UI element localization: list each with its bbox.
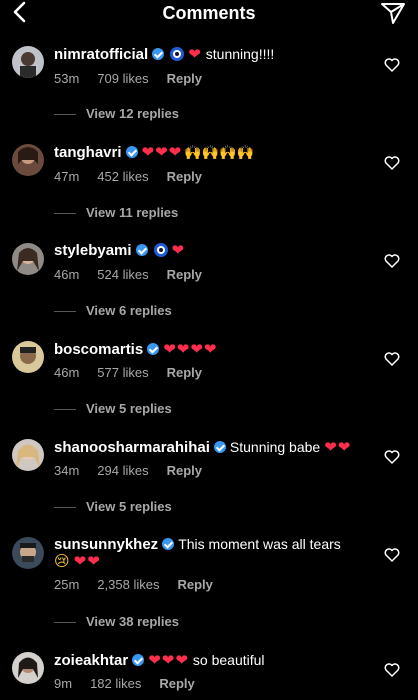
reply-button[interactable]: Reply <box>167 267 202 282</box>
comment-text: Stunning babe <box>229 439 321 455</box>
view-replies-button[interactable]: View 6 replies <box>54 303 172 318</box>
heart-outline-icon[interactable] <box>384 253 400 268</box>
heart-emoji: ❤ <box>171 241 186 259</box>
avatar[interactable] <box>12 144 44 176</box>
heart-emoji: ❤❤ <box>73 552 101 570</box>
heart-emoji: ❤❤❤ <box>141 143 183 161</box>
heart-emoji: ❤ <box>188 45 202 63</box>
avatar[interactable] <box>12 652 44 684</box>
username[interactable]: zoieakhtar <box>54 652 128 669</box>
verified-badge-icon <box>152 48 165 60</box>
likes-count[interactable]: 524 likes <box>97 267 148 282</box>
view-replies-button[interactable]: View 11 replies <box>54 205 178 220</box>
avatar[interactable] <box>12 341 44 373</box>
comment-time: 47m <box>54 169 80 184</box>
comment-time: 46m <box>54 267 80 282</box>
comment-text: This moment was all tears <box>178 536 341 552</box>
nazar-eye-emoji <box>170 47 185 61</box>
comment-text: so beautiful <box>192 652 265 668</box>
heart-outline-icon[interactable] <box>384 449 400 464</box>
view-replies-button[interactable]: View 5 replies <box>54 401 172 416</box>
username[interactable]: shanoosharmarahihai <box>54 439 210 456</box>
likes-count[interactable]: 182 likes <box>90 676 141 691</box>
comment-time: 25m <box>54 577 80 592</box>
verified-badge-icon <box>162 538 175 550</box>
heart-emoji: ❤❤❤ <box>148 651 189 669</box>
username[interactable]: tanghavri <box>54 144 122 161</box>
heart-emoji: ❤❤❤❤ <box>163 340 218 358</box>
reply-button[interactable]: Reply <box>167 71 202 86</box>
likes-count[interactable]: 294 likes <box>97 463 148 478</box>
username[interactable]: boscomartis <box>54 341 143 358</box>
avatar[interactable] <box>12 243 44 275</box>
crying-face-emoji: 😢 <box>54 552 70 570</box>
comment-text: stunning!!!! <box>205 46 275 62</box>
page-title: Comments <box>162 3 256 23</box>
nazar-eye-emoji <box>153 243 168 257</box>
heart-outline-icon[interactable] <box>384 662 400 677</box>
verified-badge-icon <box>125 146 138 158</box>
heart-outline-icon[interactable] <box>384 57 400 72</box>
heart-outline-icon[interactable] <box>384 351 400 366</box>
reply-button[interactable]: Reply <box>167 169 202 184</box>
username[interactable]: nimratofficial <box>54 46 148 63</box>
likes-count[interactable]: 709 likes <box>97 71 148 86</box>
raised-hands-emoji: 🙌🙌🙌🙌 <box>184 145 254 161</box>
username[interactable]: sunsunnykhez <box>54 536 158 553</box>
verified-badge-icon <box>213 441 226 453</box>
view-replies-button[interactable]: View 5 replies <box>54 499 172 514</box>
reply-button[interactable]: Reply <box>167 365 202 380</box>
comment-time: 46m <box>54 365 80 380</box>
likes-count[interactable]: 2,358 likes <box>97 577 159 592</box>
reply-button[interactable]: Reply <box>167 463 202 478</box>
likes-count[interactable]: 452 likes <box>97 169 148 184</box>
heart-outline-icon[interactable] <box>384 155 400 170</box>
header-bar: Comments <box>0 0 418 26</box>
likes-count[interactable]: 577 likes <box>97 365 148 380</box>
avatar[interactable] <box>12 439 44 471</box>
view-replies-button[interactable]: View 12 replies <box>54 106 179 121</box>
username[interactable]: stylebyami <box>54 242 132 259</box>
heart-emoji: ❤❤ <box>324 438 352 456</box>
heart-outline-icon[interactable] <box>384 547 400 562</box>
avatar[interactable] <box>12 537 44 569</box>
reply-button[interactable]: Reply <box>159 676 194 691</box>
comment-time: 53m <box>54 71 80 86</box>
comment-time: 9m <box>54 676 73 691</box>
verified-badge-icon <box>135 244 148 256</box>
comment-time: 34m <box>54 463 80 478</box>
view-replies-button[interactable]: View 38 replies <box>54 614 179 629</box>
reply-button[interactable]: Reply <box>177 577 212 592</box>
verified-badge-icon <box>132 654 145 666</box>
avatar[interactable] <box>12 46 44 78</box>
verified-badge-icon <box>147 343 160 355</box>
paper-plane-icon[interactable] <box>380 1 406 25</box>
